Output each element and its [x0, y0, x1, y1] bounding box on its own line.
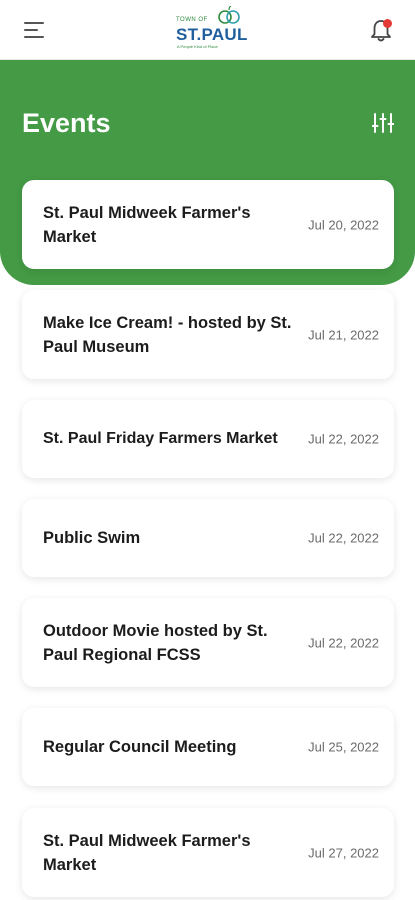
top-app-bar: TOWN OF ST.PAUL A People Kind of Place	[0, 0, 415, 60]
town-logo: TOWN OF ST.PAUL A People Kind of Place	[170, 6, 247, 54]
event-date: Jul 21, 2022	[308, 327, 379, 342]
event-date: Jul 22, 2022	[308, 431, 379, 447]
logo-tagline: A People Kind of Place	[177, 44, 218, 49]
page-title: Events	[22, 108, 111, 138]
event-date: Jul 27, 2022	[308, 845, 379, 860]
bell-icon	[371, 19, 392, 42]
event-title: St. Paul Friday Farmers Market	[43, 430, 278, 447]
event-card[interactable]: St. Paul Midweek Farmer's Market Jul 27,…	[22, 808, 394, 897]
notifications-button[interactable]	[368, 18, 394, 44]
event-date: Jul 22, 2022	[308, 530, 379, 546]
event-card[interactable]: Regular Council Meeting Jul 25, 2022	[22, 708, 394, 786]
event-title: St. Paul Midweek Farmer's Market	[43, 203, 251, 246]
filter-button[interactable]	[371, 111, 395, 135]
event-card[interactable]: Make Ice Cream! - hosted by St. Paul Mus…	[22, 290, 394, 379]
event-card[interactable]: Public Swim Jul 22, 2022	[22, 499, 394, 577]
filter-sliders-icon	[371, 113, 395, 133]
hamburger-menu-icon[interactable]	[24, 22, 46, 38]
event-title: Public Swim	[43, 529, 141, 547]
logo-name: ST.PAUL	[176, 25, 248, 44]
event-title: Make Ice Cream! - hosted by St. Paul Mus…	[43, 313, 292, 356]
notification-badge	[383, 19, 392, 28]
event-date: Jul 22, 2022	[308, 635, 379, 650]
event-card[interactable]: Outdoor Movie hosted by St. Paul Regiona…	[22, 598, 394, 687]
event-date: Jul 20, 2022	[308, 217, 379, 232]
event-date: Jul 25, 2022	[308, 739, 379, 755]
event-card[interactable]: St. Paul Friday Farmers Market Jul 22, 2…	[22, 400, 394, 478]
event-title: Regular Council Meeting	[43, 738, 237, 756]
event-title: Outdoor Movie hosted by St. Paul Regiona…	[43, 621, 268, 664]
event-card[interactable]: St. Paul Midweek Farmer's Market Jul 20,…	[22, 180, 394, 269]
logo-town-of: TOWN OF	[176, 17, 208, 23]
event-title: St. Paul Midweek Farmer's Market	[43, 831, 251, 874]
